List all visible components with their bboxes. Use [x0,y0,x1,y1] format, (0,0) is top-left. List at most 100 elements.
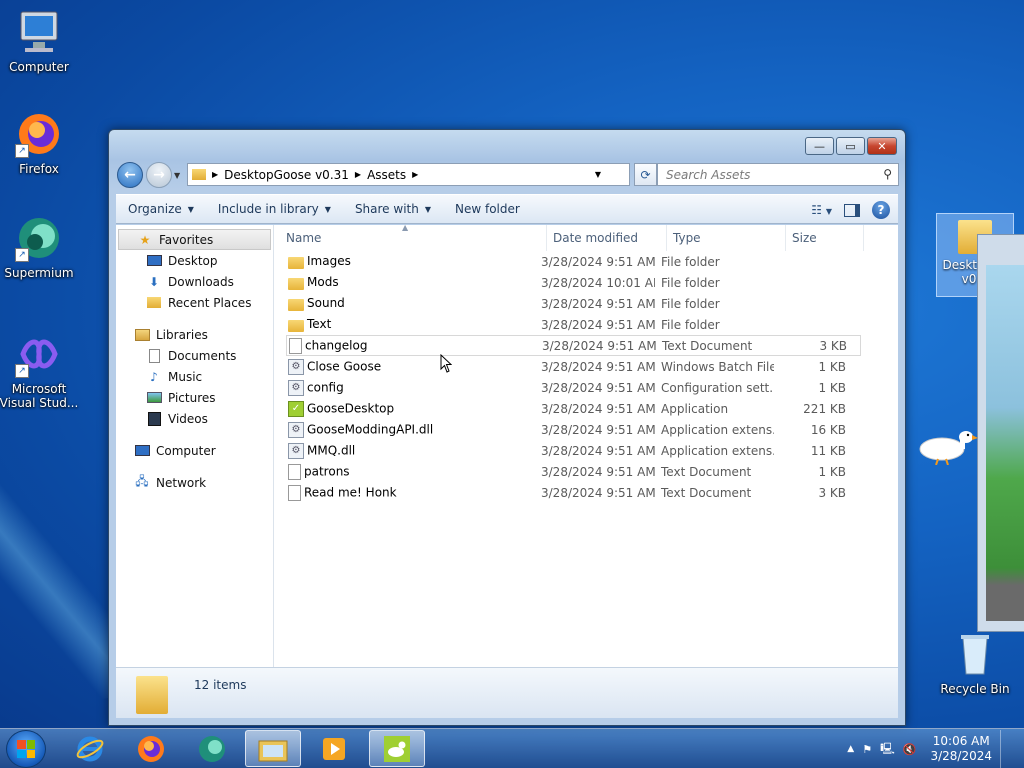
network-icon[interactable]: 🖳 [880,740,895,759]
breadcrumb-separator-icon[interactable]: ▶ [212,170,218,179]
system-tray: ▲ ⚑ 🖳 🔇 10:06 AM 3/28/2024 [847,729,1024,768]
file-row[interactable]: ✓ GooseDesktop 3/28/2024 9:51 AM Applicatio… [274,398,898,419]
recent-pages-chevron-icon[interactable]: ▼ [174,171,180,180]
nav-computer[interactable]: Computer [116,440,273,461]
file-size-cell: 3 KB [818,485,846,500]
file-row[interactable]: Read me! Honk 3/28/2024 9:51 AM Text Docum… [274,482,898,503]
window-caption-buttons: — ▭ ✕ [803,137,897,155]
file-list[interactable]: ▲ Name Date modified Type Size Images 3/2… [274,223,898,667]
nav-libraries[interactable]: Libraries [116,324,273,345]
file-row[interactable]: Text 3/28/2024 9:51 AM File folder [274,314,898,335]
nav-recent-places[interactable]: Recent Places [116,292,273,313]
taskbar-goose-desktop[interactable] [369,730,425,767]
taskbar-media-player[interactable] [306,730,362,767]
desktop-icon-computer[interactable]: Computer [0,8,84,74]
file-row[interactable]: patrons 3/28/2024 9:51 AM Text Document 1 K… [274,461,898,482]
file-name: MMQ.dll [307,443,356,457]
show-desktop-button[interactable] [1000,730,1014,768]
change-view-icon[interactable]: ☷ ▼ [811,203,832,217]
back-button[interactable]: ← [117,162,143,188]
refresh-button[interactable]: ⟳ [634,163,657,186]
folder-icon [288,299,304,311]
column-header-type[interactable]: Type [667,224,786,251]
volume-muted-icon[interactable]: 🔇 [903,743,917,756]
taskbar: ▲ ⚑ 🖳 🔇 10:06 AM 3/28/2024 [0,728,1024,768]
breadcrumb-separator-icon[interactable]: ▶ [412,170,418,179]
goose-sprite[interactable] [918,425,978,466]
nav-network[interactable]: 🖧 Network [116,472,273,493]
internet-explorer-icon [76,736,104,761]
file-row[interactable]: ⚙ MMQ.dll 3/28/2024 9:51 AM Application ext… [274,440,898,461]
file-row[interactable]: Sound 3/28/2024 9:51 AM File folder [274,293,898,314]
firefox-icon [138,735,164,762]
pictures-icon [146,390,162,406]
file-row[interactable]: Mods 3/28/2024 10:01 AM File folder [274,272,898,293]
recycle-bin-icon [951,630,999,678]
file-type-cell: Configuration sett... [661,380,774,395]
explorer-window[interactable]: — ▭ ✕ ← → ▼ ▶ DesktopGoose v0.31 ▶ Asset… [108,129,906,726]
nav-videos[interactable]: Videos [116,408,273,429]
computer-icon [15,8,63,56]
close-button[interactable]: ✕ [867,137,897,155]
desktop-icon-visual-studio[interactable]: ↗ Microsoft Visual Stud... [0,330,84,410]
nav-music[interactable]: ♪ Music [116,366,273,387]
desktop-icon-firefox[interactable]: ↗ Firefox [0,110,84,176]
file-name-cell: Text [274,317,535,332]
column-header-date[interactable]: Date modified [547,224,667,251]
minimize-button[interactable]: — [805,137,834,155]
search-placeholder: Search Assets [666,168,751,182]
start-button[interactable] [6,730,46,768]
clock[interactable]: 10:06 AM 3/28/2024 [930,734,992,764]
address-bar[interactable]: ▶ DesktopGoose v0.31 ▶ Assets ▶ ▼ [187,163,630,186]
column-header-name[interactable]: Name [274,224,547,251]
file-size-cell: 3 KB [819,338,847,353]
file-date-cell: 3/28/2024 10:01 AM [541,275,655,290]
address-dropdown-icon[interactable]: ▼ [595,170,601,179]
desktop-icon-label: Supermium [4,266,74,280]
details-pane: 12 items [116,667,898,718]
column-header-size[interactable]: Size [786,224,864,251]
file-row[interactable]: ⚙ GooseModdingAPI.dll 3/28/2024 9:51 AM App… [274,419,898,440]
search-icon[interactable]: ⚲ [883,167,892,181]
nav-favorites[interactable]: ★ Favorites [118,229,271,250]
file-row[interactable]: ⚙ config 3/28/2024 9:51 AM Configuration se… [274,377,898,398]
taskbar-windows-explorer[interactable] [245,730,301,767]
breadcrumb-desktopgoose[interactable]: DesktopGoose v0.31 [224,168,349,182]
taskbar-supermium[interactable] [184,730,240,767]
include-in-library-button[interactable]: Include in library ▼ [206,195,343,223]
file-type-cell: File folder [661,254,720,269]
help-icon[interactable]: ? [872,201,890,219]
show-hidden-icons-chevron-icon[interactable]: ▲ [847,744,854,754]
background-goose-window[interactable] [977,234,1024,632]
desktop-icon-supermium[interactable]: ↗ Supermium [0,214,84,280]
organize-button[interactable]: Organize ▼ [116,195,206,223]
nav-downloads[interactable]: ⬇ Downloads [116,271,273,292]
nav-pictures[interactable]: Pictures [116,387,273,408]
file-size-cell: 221 KB [803,401,846,416]
desktop-icon-recycle-bin[interactable]: Recycle Bin [930,630,1020,696]
windows-logo-icon [17,740,35,758]
action-center-flag-icon[interactable]: ⚑ [862,743,872,756]
forward-button[interactable]: → [146,162,172,188]
file-name: Images [307,254,351,268]
nav-documents[interactable]: Documents [116,345,273,366]
preview-pane-icon[interactable] [844,203,860,217]
new-folder-button[interactable]: New folder [443,195,532,223]
file-name: patrons [304,464,350,478]
file-row[interactable]: ⚙ Close Goose 3/28/2024 9:51 AM Windows Bat… [274,356,898,377]
maximize-button[interactable]: ▭ [836,137,865,155]
search-input[interactable]: Search Assets ⚲ [657,163,899,186]
taskbar-internet-explorer[interactable] [62,730,118,767]
breadcrumb-separator-icon[interactable]: ▶ [355,170,361,179]
file-date-cell: 3/28/2024 9:51 AM [541,317,655,332]
computer-icon [134,443,150,459]
nav-label: Pictures [168,390,216,405]
file-row[interactable]: changelog 3/28/2024 9:51 AM Text Document 3… [286,335,861,356]
breadcrumb-assets[interactable]: Assets [367,168,406,182]
taskbar-firefox[interactable] [123,730,179,767]
share-with-button[interactable]: Share with ▼ [343,195,443,223]
navigation-pane[interactable]: ★ Favorites Desktop ⬇ Downloads Recent Pla… [116,225,274,667]
desktop-icon-label: Firefox [19,162,59,176]
nav-desktop[interactable]: Desktop [116,250,273,271]
file-row[interactable]: Images 3/28/2024 9:51 AM File folder [274,251,898,272]
